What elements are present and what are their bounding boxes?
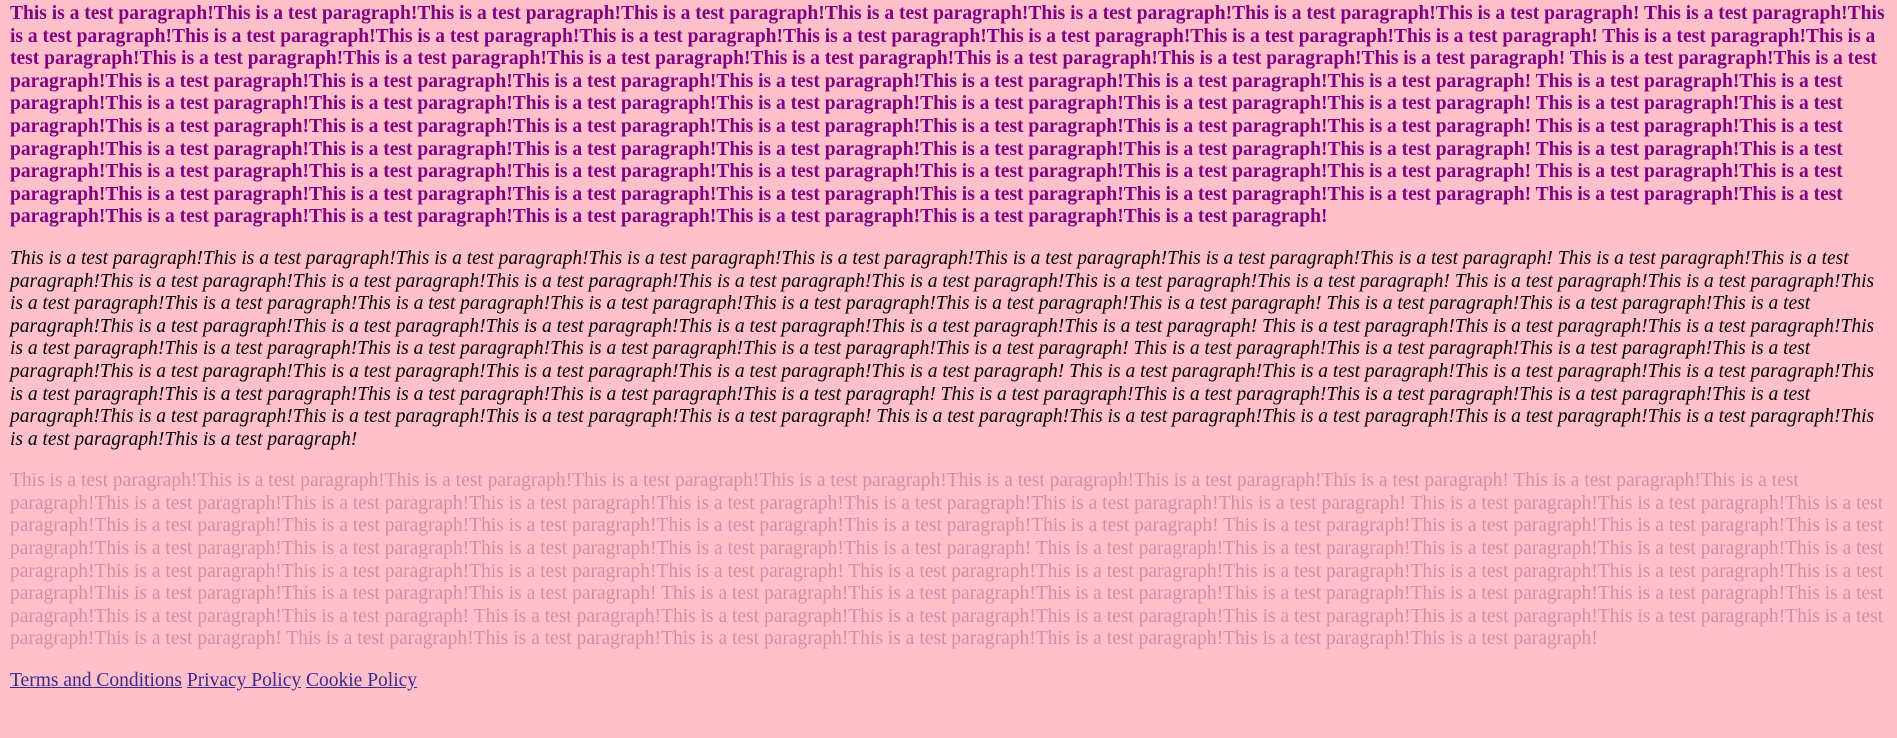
page-content: This is a test paragraph!This is a test … [0,0,1897,693]
muted-test-paragraph: This is a test paragraph!This is a test … [10,470,1884,650]
bold-test-paragraph: This is a test paragraph!This is a test … [10,3,1885,228]
italic-test-paragraph: This is a test paragraph!This is a test … [10,247,1875,450]
cookie-policy-link[interactable]: Cookie Policy [306,670,417,691]
privacy-policy-link[interactable]: Privacy Policy [187,670,301,691]
footer-links: Terms and Conditions Privacy Policy Cook… [10,670,1887,693]
terms-and-conditions-link[interactable]: Terms and Conditions [10,670,182,691]
